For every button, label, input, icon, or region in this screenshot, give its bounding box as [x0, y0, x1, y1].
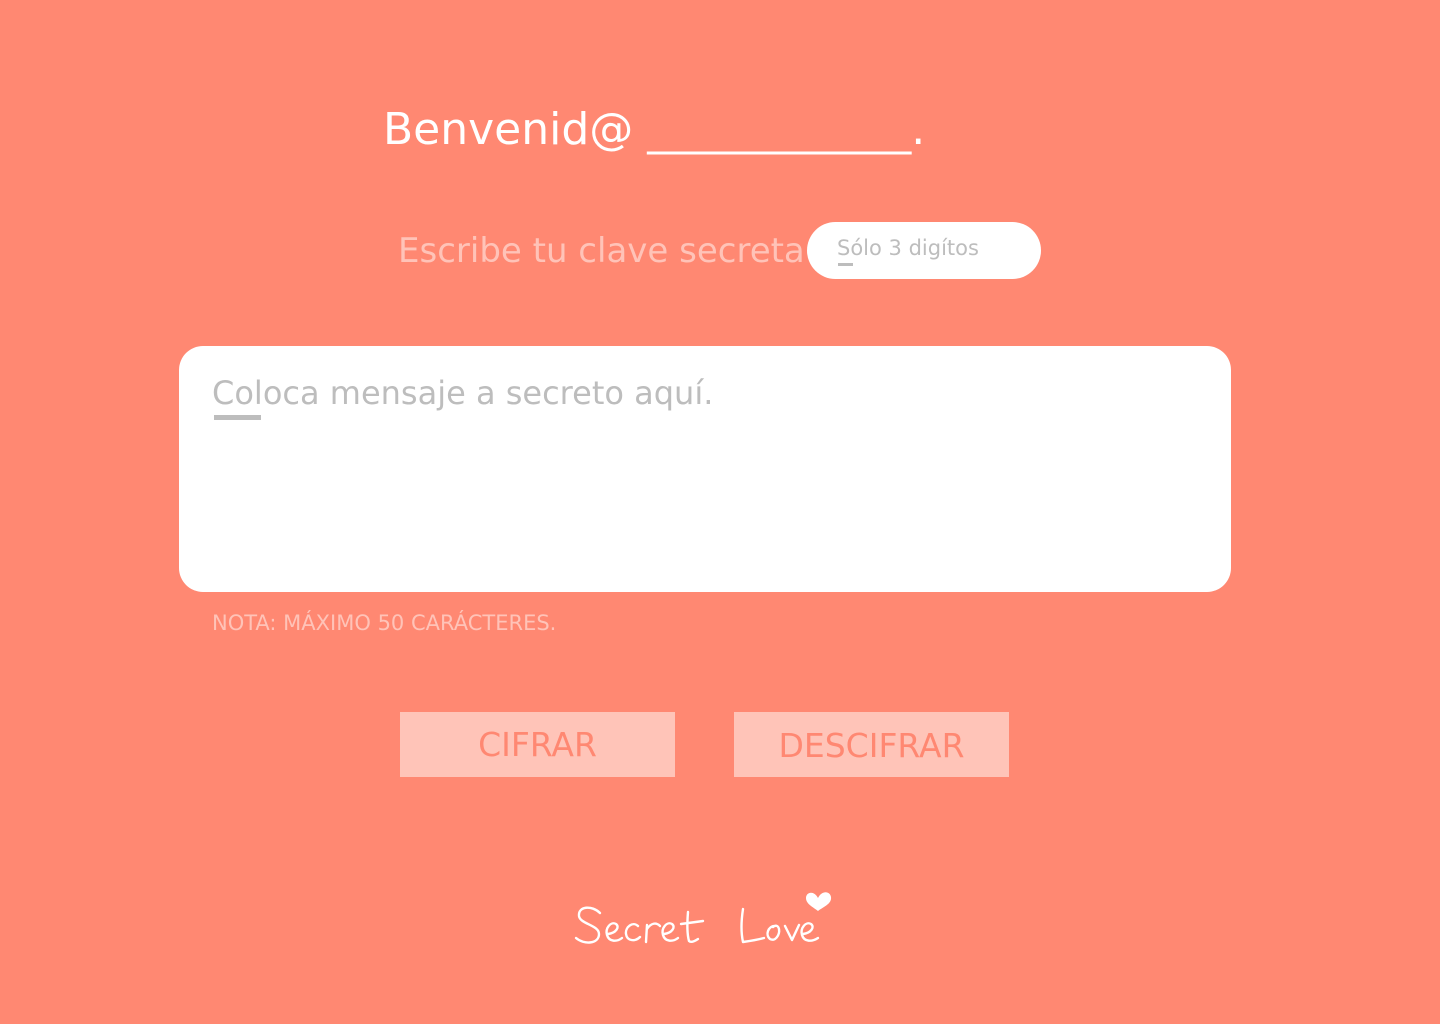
message-field[interactable]	[179, 346, 1231, 592]
heart-icon	[806, 892, 832, 911]
key-input-cursor	[838, 263, 853, 266]
secret-key-label: Escribe tu clave secreta	[398, 230, 805, 271]
secret-love-logo	[570, 882, 840, 957]
character-limit-note: NOTA: MÁXIMO 50 CARÁCTERES.	[212, 611, 557, 635]
secret-key-row: Escribe tu clave secreta	[398, 222, 1041, 279]
decrypt-button[interactable]: DESCIFRAR	[734, 712, 1009, 777]
encrypt-button[interactable]: CIFRAR	[400, 712, 675, 777]
secret-key-input[interactable]	[837, 232, 1027, 264]
welcome-title: Benvenid@ ____________.	[383, 104, 926, 155]
secret-love-logo-graphic	[574, 892, 832, 944]
secret-key-field[interactable]	[807, 222, 1041, 279]
message-input-cursor	[214, 415, 261, 420]
message-textarea[interactable]	[212, 372, 1192, 572]
